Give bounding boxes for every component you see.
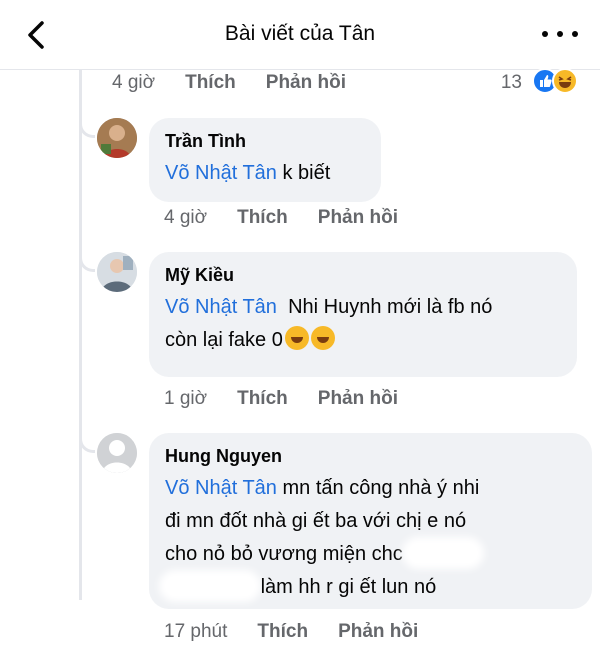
comment-text: Võ Nhật Tân Nhi Huynh mới là fb nó còn l… xyxy=(165,296,493,351)
comment-bubble: Hung Nguyen Võ Nhật Tân mn tấn công nhà … xyxy=(149,433,592,609)
thread-line xyxy=(79,70,82,600)
like-link[interactable]: Thích xyxy=(257,621,308,643)
comment-time: 4 giờ xyxy=(112,72,156,93)
like-link[interactable]: Thích xyxy=(237,388,288,410)
comment-time: 4 giờ xyxy=(164,207,208,228)
comment-meta: 4 giờ Thích Phản hồi xyxy=(164,207,428,229)
comment-time: 17 phút xyxy=(164,621,228,642)
comment-meta: 1 giờ Thích Phản hồi xyxy=(164,388,428,410)
top-comment-meta: 4 giờ Thích Phản hồi xyxy=(112,72,376,94)
mention-link[interactable]: Võ Nhật Tân xyxy=(165,296,277,318)
redacted-text xyxy=(165,576,255,596)
like-link[interactable]: Thích xyxy=(185,72,236,94)
top-bar: Bài viết của Tân xyxy=(0,0,600,70)
reply-link[interactable]: Phản hồi xyxy=(318,207,398,229)
laughing-emoji-icon xyxy=(310,326,335,350)
reply-link[interactable]: Phản hồi xyxy=(318,388,398,410)
comment-text: Võ Nhật Tân mn tấn công nhà ý nhi đi mn … xyxy=(165,477,480,598)
reaction-count[interactable]: 13 xyxy=(501,72,522,94)
comment-bubble: Mỹ Kiều Võ Nhật Tân Nhi Huynh mới là fb … xyxy=(149,252,577,377)
avatar[interactable] xyxy=(97,252,137,292)
comment-author[interactable]: Trần Tình xyxy=(165,130,365,152)
comment-author[interactable]: Hung Nguyen xyxy=(165,445,576,467)
more-button[interactable] xyxy=(542,22,578,46)
reaction-icons[interactable] xyxy=(532,68,584,96)
page-title: Bài viết của Tân xyxy=(224,22,376,45)
comment-time: 1 giờ xyxy=(164,388,208,409)
comment-bubble: Trần Tình Võ Nhật Tân k biết xyxy=(149,118,381,202)
comment-text: Võ Nhật Tân k biết xyxy=(165,162,331,184)
haha-reaction-icon xyxy=(552,68,578,94)
reply-link[interactable]: Phản hồi xyxy=(338,621,418,643)
comment-meta: 17 phút Thích Phản hồi xyxy=(164,621,448,643)
reply-link[interactable]: Phản hồi xyxy=(266,72,346,94)
avatar[interactable] xyxy=(97,118,137,158)
redacted-text xyxy=(408,543,479,563)
comment-author[interactable]: Mỹ Kiều xyxy=(165,264,561,286)
avatar[interactable] xyxy=(97,433,137,473)
like-link[interactable]: Thích xyxy=(237,207,288,229)
mention-link[interactable]: Võ Nhật Tân xyxy=(165,477,277,499)
more-dots-icon xyxy=(542,31,548,37)
laughing-emoji-icon xyxy=(284,326,309,350)
mention-link[interactable]: Võ Nhật Tân xyxy=(165,162,277,184)
